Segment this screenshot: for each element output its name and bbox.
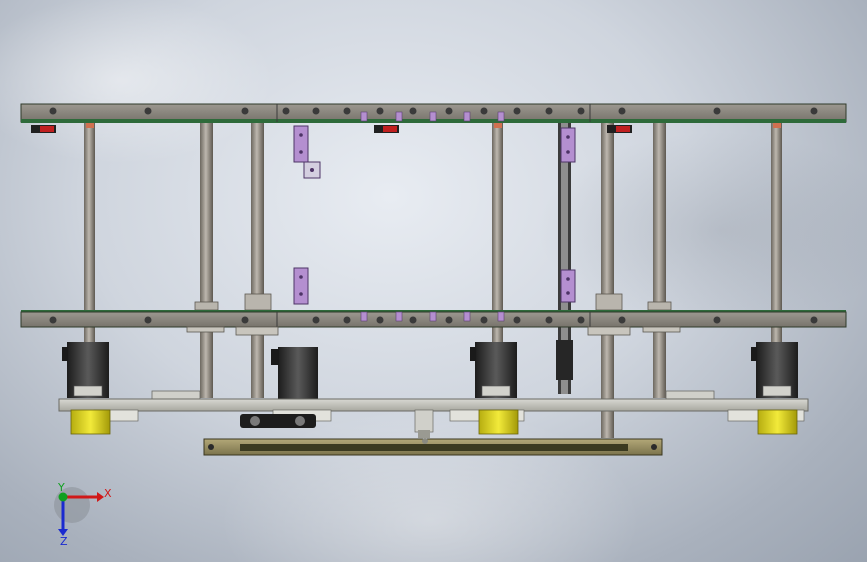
limit-sensors xyxy=(31,123,781,133)
base-plate xyxy=(58,398,809,422)
top-plate xyxy=(20,103,847,123)
coordinate-triad: X Y Z xyxy=(54,481,112,548)
rod-collars xyxy=(194,293,672,311)
yellow-motor-housings xyxy=(70,409,798,435)
slot-brackets xyxy=(293,125,576,305)
guide-rod xyxy=(200,122,213,398)
y-axis-label: Y xyxy=(57,481,65,494)
z-axis-label: Z xyxy=(60,535,68,548)
timing-pulley xyxy=(240,409,434,438)
rail-carriage xyxy=(556,340,573,380)
guide-rod xyxy=(601,122,614,438)
assembly-drawing[interactable]: X Y Z xyxy=(0,0,867,562)
belt-carrier-rail xyxy=(203,438,663,456)
x-axis-label: X xyxy=(104,487,112,500)
middle-plate xyxy=(20,310,847,336)
cad-viewport[interactable]: X Y Z xyxy=(0,0,867,562)
guide-rod xyxy=(251,122,264,398)
guide-rod xyxy=(653,122,666,398)
